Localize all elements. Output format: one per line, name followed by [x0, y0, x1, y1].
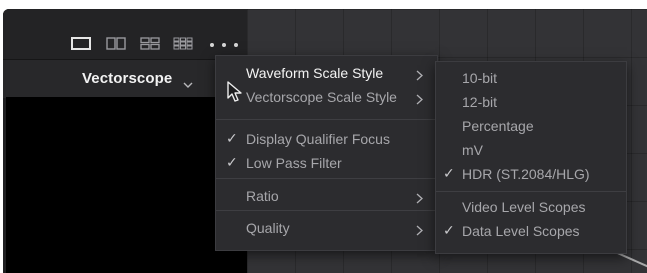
chevron-right-icon — [416, 92, 423, 108]
menu-item-label: Percentage — [462, 118, 534, 134]
chevron-down-icon[interactable] — [183, 76, 193, 94]
submenu-item-data-level-scopes[interactable]: ✓ Data Level Scopes — [436, 220, 626, 242]
single-layout-icon[interactable] — [70, 36, 92, 50]
scope-options-menu: Waveform Scale Style Vectorscope Scale S… — [215, 55, 438, 251]
chevron-right-icon — [416, 68, 423, 84]
menu-item-label: Quality — [246, 220, 290, 236]
menu-item-label: Low Pass Filter — [246, 155, 342, 171]
dot — [234, 43, 238, 47]
screenshot-stage: Vectorscope Waveform Scale Style Vectors… — [0, 0, 647, 273]
checkmark-icon: ✓ — [226, 154, 238, 170]
submenu-item-mv[interactable]: mV — [436, 139, 626, 161]
checkmark-icon: ✓ — [226, 130, 238, 146]
dot — [222, 43, 226, 47]
menu-separator — [216, 210, 437, 211]
submenu-item-video-level-scopes[interactable]: Video Level Scopes — [436, 196, 626, 218]
quad-layout-icon[interactable] — [139, 36, 161, 50]
scopes-toolbar — [3, 9, 247, 60]
menu-item-label: Vectorscope Scale Style — [246, 89, 397, 105]
submenu-item-percentage[interactable]: Percentage — [436, 115, 626, 137]
scope-type-dropdown[interactable]: Vectorscope — [82, 70, 172, 87]
menu-item-label: mV — [462, 142, 483, 158]
menu-item-vectorscope-scale-style[interactable]: Vectorscope Scale Style — [216, 86, 437, 108]
submenu-item-hdr[interactable]: ✓ HDR (ST.2084/HLG) — [436, 163, 626, 185]
submenu-item-10-bit[interactable]: 10-bit — [436, 67, 626, 89]
menu-item-display-qualifier-focus[interactable]: ✓ Display Qualifier Focus — [216, 128, 437, 150]
chevron-right-icon — [416, 223, 423, 239]
waveform-scale-style-submenu: 10-bit 12-bit Percentage mV ✓ HDR (ST.20… — [435, 61, 627, 254]
menu-item-ratio[interactable]: Ratio — [216, 185, 437, 207]
menu-item-quality[interactable]: Quality — [216, 217, 437, 239]
menu-item-label: Display Qualifier Focus — [246, 131, 390, 147]
scopes-panel: Vectorscope — [3, 9, 247, 273]
menu-item-waveform-scale-style[interactable]: Waveform Scale Style — [216, 62, 437, 84]
app-window: Vectorscope Waveform Scale Style Vectors… — [3, 9, 647, 273]
menu-item-label: Ratio — [246, 188, 279, 204]
menu-separator — [216, 178, 437, 179]
menu-item-label: 10-bit — [462, 70, 498, 86]
menu-separator — [436, 191, 626, 192]
grid-layout-icon[interactable] — [172, 36, 194, 50]
menu-item-label: Waveform Scale Style — [246, 65, 384, 81]
submenu-item-12-bit[interactable]: 12-bit — [436, 91, 626, 113]
dual-layout-icon[interactable] — [105, 36, 127, 50]
menu-item-label: Video Level Scopes — [462, 199, 586, 215]
chevron-right-icon — [416, 191, 423, 207]
more-options-icon[interactable] — [210, 40, 238, 50]
mouse-pointer-icon — [227, 81, 243, 103]
menu-separator — [216, 119, 437, 120]
menu-item-label: HDR (ST.2084/HLG) — [462, 166, 590, 182]
dot — [210, 43, 214, 47]
menu-item-low-pass-filter[interactable]: ✓ Low Pass Filter — [216, 152, 437, 174]
menu-item-label: Data Level Scopes — [462, 223, 580, 239]
checkmark-icon: ✓ — [443, 222, 455, 238]
vectorscope-display — [6, 97, 247, 273]
checkmark-icon: ✓ — [443, 165, 455, 181]
menu-item-label: 12-bit — [462, 94, 498, 110]
